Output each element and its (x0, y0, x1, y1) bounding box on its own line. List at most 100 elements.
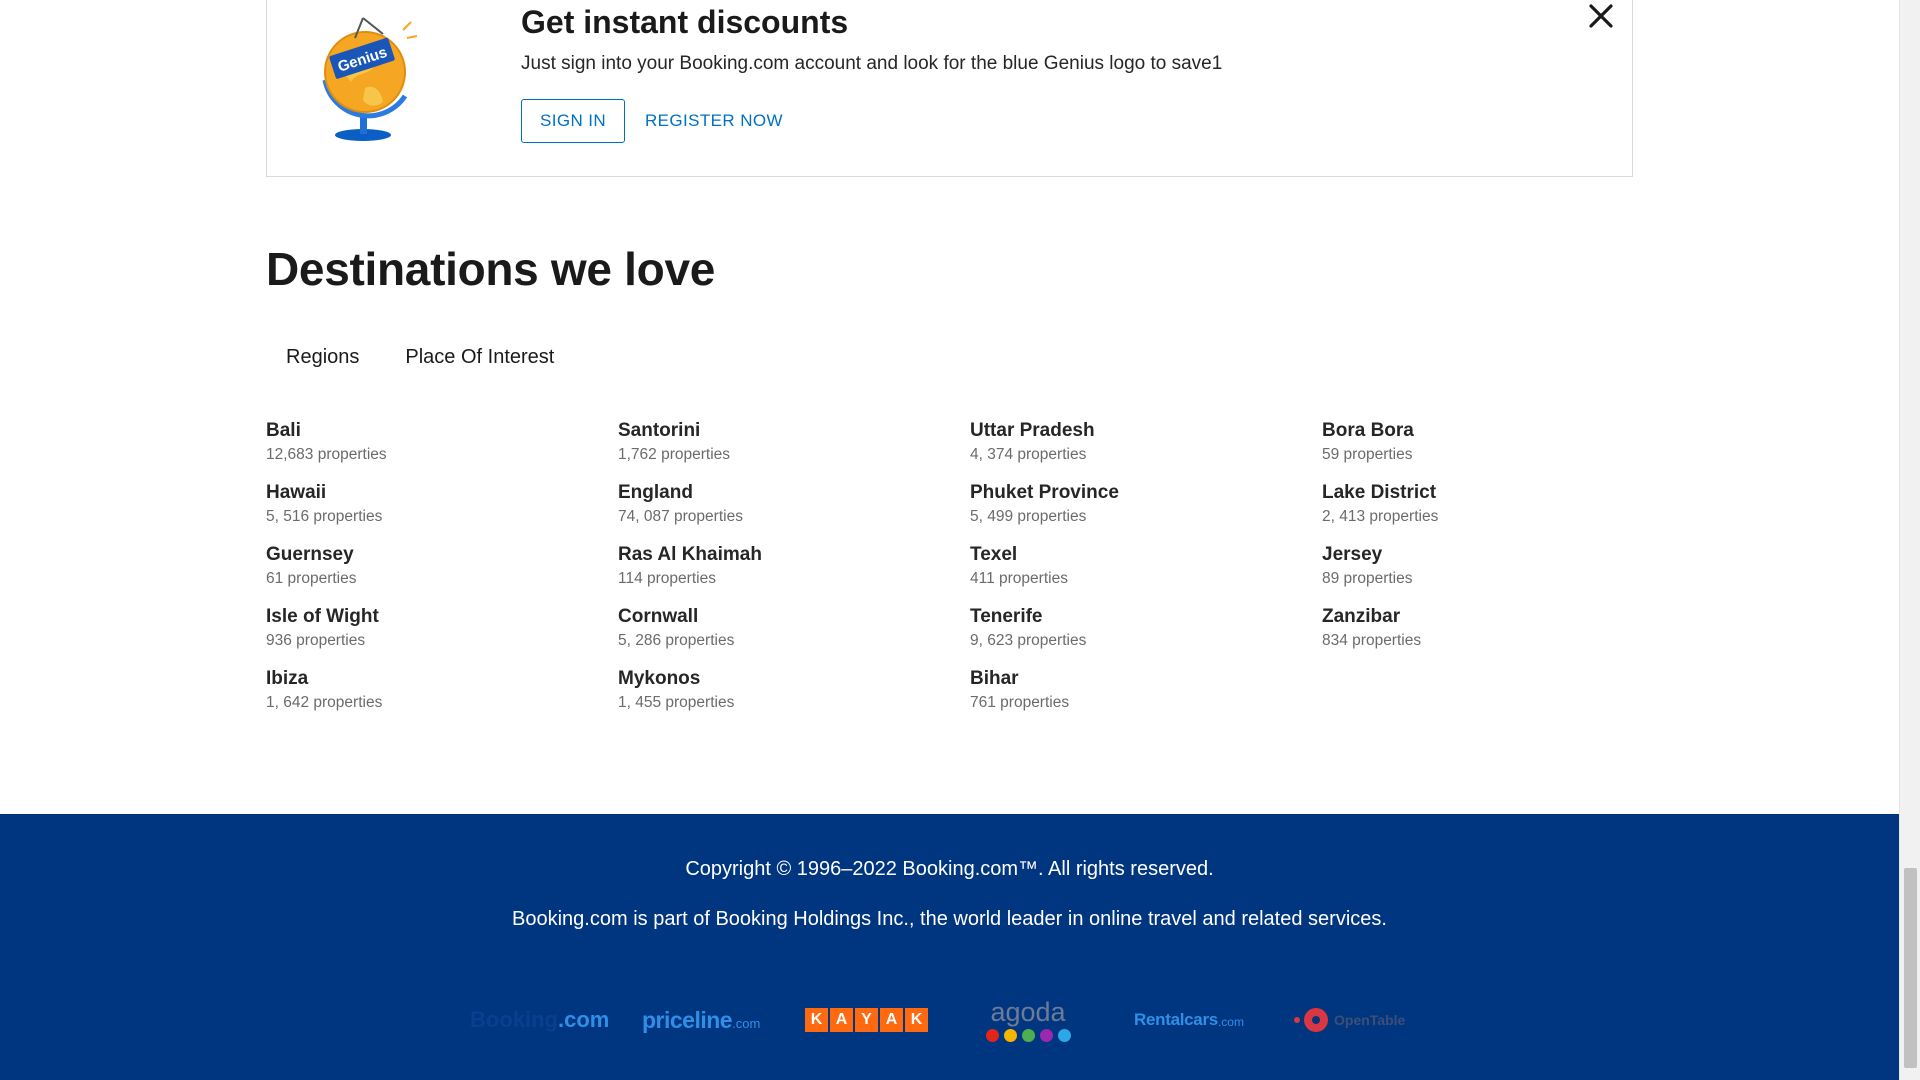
booking-logo-main: Booking (470, 1007, 558, 1032)
destination-tabs: Regions Place Of Interest (266, 342, 574, 373)
copyright-text: Copyright © 1996–2022 Booking.com™. All … (685, 858, 1214, 880)
opentable-logo[interactable]: OpenTable (1294, 990, 1424, 1050)
destination-item[interactable]: Bali 12,683 properties (266, 418, 618, 480)
brand-logos: Booking .com priceline .com K A Y A K agod… (470, 990, 1430, 1050)
destination-count: 114 properties (618, 570, 716, 587)
destination-name: Zanzibar (1322, 606, 1401, 627)
destination-item[interactable]: Cornwall 5, 286 properties (618, 604, 970, 666)
footer: Copyright © 1996–2022 Booking.com™. All … (0, 814, 1899, 1080)
rentalcars-logo-suffix: .com (1217, 1015, 1244, 1029)
destination-name: Uttar Pradesh (970, 420, 1095, 441)
agoda-dot (985, 1028, 999, 1042)
destination-item[interactable]: Zanzibar 834 properties (1322, 604, 1674, 666)
destination-item[interactable]: Tenerife 9, 623 properties (970, 604, 1322, 666)
holdings-text: Booking.com is part of Booking Holdings … (512, 908, 1387, 930)
destination-name: Bihar (970, 668, 1019, 689)
destination-count: 2, 413 properties (1322, 508, 1439, 525)
destination-name: Ibiza (266, 668, 309, 689)
kayak-letter: K (805, 1008, 828, 1032)
agoda-dot (1003, 1028, 1017, 1042)
destination-count: 1, 455 properties (618, 694, 735, 711)
destination-item[interactable]: Guernsey 61 properties (266, 542, 618, 604)
destination-count: 5, 499 properties (970, 508, 1087, 525)
agoda-logo-main: agoda (990, 996, 1066, 1027)
destination-name: Bali (266, 420, 301, 441)
destination-item[interactable]: Jersey 89 properties (1322, 542, 1674, 604)
destination-count: 936 properties (266, 632, 366, 649)
destinations-title: Destinations we love (266, 243, 716, 295)
priceline-logo[interactable]: priceline .com (642, 990, 772, 1050)
destination-item[interactable]: Isle of Wight 936 properties (266, 604, 618, 666)
page-scrollbar[interactable] (1899, 0, 1920, 1080)
rentalcars-logo[interactable]: Rentalcars .com (1134, 990, 1258, 1050)
close-icon[interactable] (1583, 0, 1619, 34)
agoda-logo[interactable]: agoda (980, 990, 1076, 1050)
destination-item[interactable]: England 74, 087 properties (618, 480, 970, 542)
destination-name: Guernsey (266, 544, 354, 565)
kayak-letter: K (905, 1008, 928, 1032)
destination-count: 9, 623 properties (970, 632, 1087, 649)
destination-count: 12,683 properties (266, 446, 387, 463)
destination-count: 89 properties (1322, 570, 1413, 587)
opentable-circle-icon (1304, 1008, 1328, 1032)
booking-logo-suffix: .com (558, 1007, 610, 1032)
destinations-grid: Bali 12,683 properties Hawaii 5, 516 prope… (266, 418, 1674, 728)
destination-item[interactable]: Phuket Province 5, 499 properties (970, 480, 1322, 542)
destination-name: Phuket Province (970, 482, 1119, 503)
destination-item[interactable]: Texel 411 properties (970, 542, 1322, 604)
banner-description: Just sign into your Booking.com account … (521, 53, 1223, 74)
tab-place-of-interest[interactable]: Place Of Interest (385, 342, 574, 373)
kayak-letter: Y (855, 1008, 878, 1032)
destination-count: 1,762 properties (618, 446, 731, 463)
destination-name: Santorini (618, 420, 701, 441)
kayak-logo[interactable]: K A Y A K (805, 990, 931, 1050)
destination-name: Bora Bora (1322, 420, 1414, 441)
destination-item[interactable]: Mykonos 1, 455 properties (618, 666, 970, 728)
destination-count: 834 properties (1322, 632, 1422, 649)
destination-item[interactable]: Bihar 761 properties (970, 666, 1322, 728)
agoda-dot (1039, 1028, 1053, 1042)
destination-count: 61 properties (266, 570, 357, 587)
destination-item[interactable]: Ibiza 1, 642 properties (266, 666, 618, 728)
genius-globe-icon: Genius (307, 10, 427, 145)
destination-count: 5, 286 properties (618, 632, 735, 649)
destination-name: Cornwall (618, 606, 699, 627)
tab-regions[interactable]: Regions (266, 342, 379, 373)
destination-count: 74, 087 properties (618, 508, 743, 525)
agoda-dots (985, 1028, 1071, 1042)
banner-title: Get instant discounts (521, 4, 849, 40)
opentable-logo-main: OpenTable (1334, 1012, 1406, 1028)
kayak-letter: A (880, 1008, 903, 1032)
destination-item[interactable]: Uttar Pradesh 4, 374 properties (970, 418, 1322, 480)
destination-name: Texel (970, 544, 1018, 565)
destination-name: Isle of Wight (266, 606, 379, 627)
destination-count: 411 properties (970, 570, 1068, 587)
destinations-column: Bali 12,683 properties Hawaii 5, 516 prope… (266, 418, 618, 728)
priceline-logo-main: priceline (642, 1006, 733, 1033)
priceline-logo-suffix: .com (732, 1015, 761, 1031)
destination-count: 4, 374 properties (970, 446, 1087, 463)
destination-item[interactable]: Lake District 2, 413 properties (1322, 480, 1674, 542)
page: Genius Get instant discounts Just sign i… (0, 0, 1899, 1080)
destination-item[interactable]: Bora Bora 59 properties (1322, 418, 1674, 480)
destinations-column: Bora Bora 59 properties Lake District 2, 4… (1322, 418, 1674, 728)
destinations-column: Uttar Pradesh 4, 374 properties Phuket Pr… (970, 418, 1322, 728)
destination-item[interactable]: Ras Al Khaimah 114 properties (618, 542, 970, 604)
destination-item[interactable]: Santorini 1,762 properties (618, 418, 970, 480)
destination-name: Ras Al Khaimah (618, 544, 762, 565)
destinations-column: Santorini 1,762 properties England 74, 087… (618, 418, 970, 728)
rentalcars-logo-main: Rentalcars (1134, 1010, 1218, 1029)
booking-logo[interactable]: Booking .com (470, 990, 610, 1050)
destination-item[interactable]: Hawaii 5, 516 properties (266, 480, 618, 542)
scrollbar-thumb[interactable] (1904, 868, 1917, 1068)
sign-in-button[interactable]: SIGN IN (521, 99, 625, 143)
register-now-button[interactable]: REGISTER NOW (645, 99, 783, 143)
destination-count: 761 properties (970, 694, 1070, 711)
destination-name: England (618, 482, 693, 503)
destination-name: Lake District (1322, 482, 1437, 503)
destination-name: Hawaii (266, 482, 327, 503)
destination-count: 1, 642 properties (266, 694, 383, 711)
destination-name: Tenerife (970, 606, 1043, 627)
genius-banner: Genius Get instant discounts Just sign i… (266, 0, 1633, 177)
opentable-dot-icon (1294, 1017, 1300, 1023)
